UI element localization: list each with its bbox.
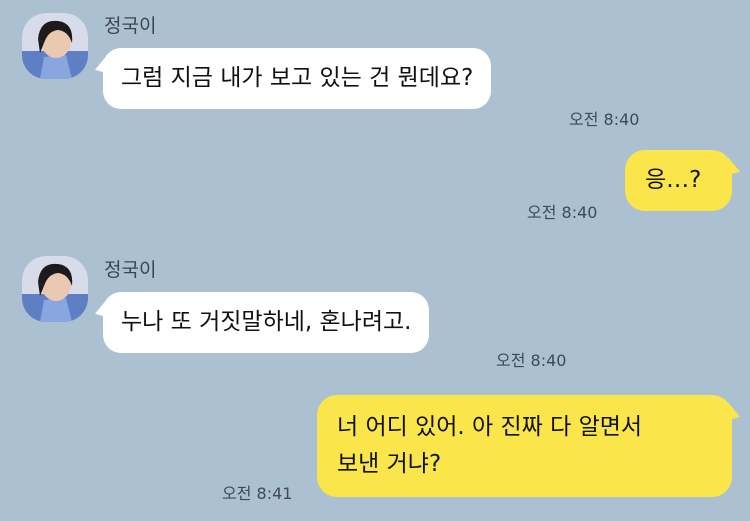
- sender-name: 정국이: [104, 259, 157, 281]
- profile-photo-icon: [22, 13, 88, 79]
- outgoing-message[interactable]: 너 어디 있어. 아 진짜 다 알면서 보낸 거냐?: [317, 395, 732, 497]
- message-time: 오전 8:40: [527, 203, 598, 222]
- incoming-message[interactable]: 그럼 지금 내가 보고 있는 건 뭔데요?: [103, 48, 492, 109]
- message-time: 오전 8:40: [496, 351, 567, 370]
- message-time: 오전 8:41: [222, 484, 293, 503]
- message-time: 오전 8:40: [569, 110, 640, 129]
- avatar[interactable]: [22, 13, 88, 79]
- avatar[interactable]: [22, 256, 88, 322]
- incoming-message[interactable]: 누나 또 거짓말하네, 혼나려고.: [103, 292, 430, 353]
- profile-photo-icon: [22, 256, 88, 322]
- message-line: 너 어디 있어. 아 진짜 다 알면서: [337, 414, 643, 440]
- outgoing-message[interactable]: 응…?: [625, 150, 732, 211]
- message-line: 보낸 거냐?: [337, 451, 442, 477]
- sender-name: 정국이: [104, 15, 157, 37]
